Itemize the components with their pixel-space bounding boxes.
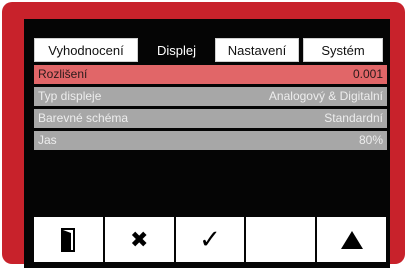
checkmark-icon: ✓	[199, 224, 221, 254]
setting-row-jas[interactable]: Jas 80%	[34, 131, 387, 150]
exit-button[interactable]	[34, 217, 103, 262]
display-screen: Vyhodnocení Displej Nastavení Systém Roz…	[24, 19, 390, 268]
cross-icon: ✖	[129, 226, 149, 252]
setting-value: 80%	[358, 133, 383, 147]
setting-row-typ-displeje[interactable]: Typ displeje Analogový & Digitalní	[34, 87, 387, 106]
setting-label: Typ displeje	[38, 89, 102, 103]
device-frame: Vyhodnocení Displej Nastavení Systém Roz…	[2, 2, 405, 268]
door-exit-icon	[61, 227, 76, 252]
softkey-toolbar: ✖ ✓	[34, 217, 386, 262]
cancel-button[interactable]: ✖	[104, 217, 174, 262]
setting-row-rozliseni[interactable]: Rozlišení 0.001	[34, 65, 387, 84]
empty-softkey[interactable]	[246, 217, 316, 262]
triangle-up-icon	[340, 230, 363, 249]
setting-value: Analogový & Digitalní	[268, 89, 383, 103]
setting-label: Rozlišení	[38, 67, 88, 81]
tab-vyhodnoceni[interactable]: Vyhodnocení	[34, 38, 138, 62]
tab-nastaveni[interactable]: Nastavení	[215, 38, 299, 62]
setting-value: Standardní	[324, 111, 383, 125]
up-button[interactable]	[317, 217, 386, 262]
tab-bar: Vyhodnocení Displej Nastavení Systém	[34, 38, 383, 62]
tab-displej[interactable]: Displej	[142, 38, 211, 62]
setting-label: Jas	[38, 133, 57, 147]
confirm-button[interactable]: ✓	[175, 217, 245, 262]
settings-list: Rozlišení 0.001 Typ displeje Analogový &…	[34, 65, 387, 153]
setting-label: Barevné schéma	[38, 111, 129, 125]
setting-value: 0.001	[352, 67, 383, 81]
tab-system[interactable]: Systém	[303, 38, 383, 62]
setting-row-barevne-schema[interactable]: Barevné schéma Standardní	[34, 109, 387, 128]
